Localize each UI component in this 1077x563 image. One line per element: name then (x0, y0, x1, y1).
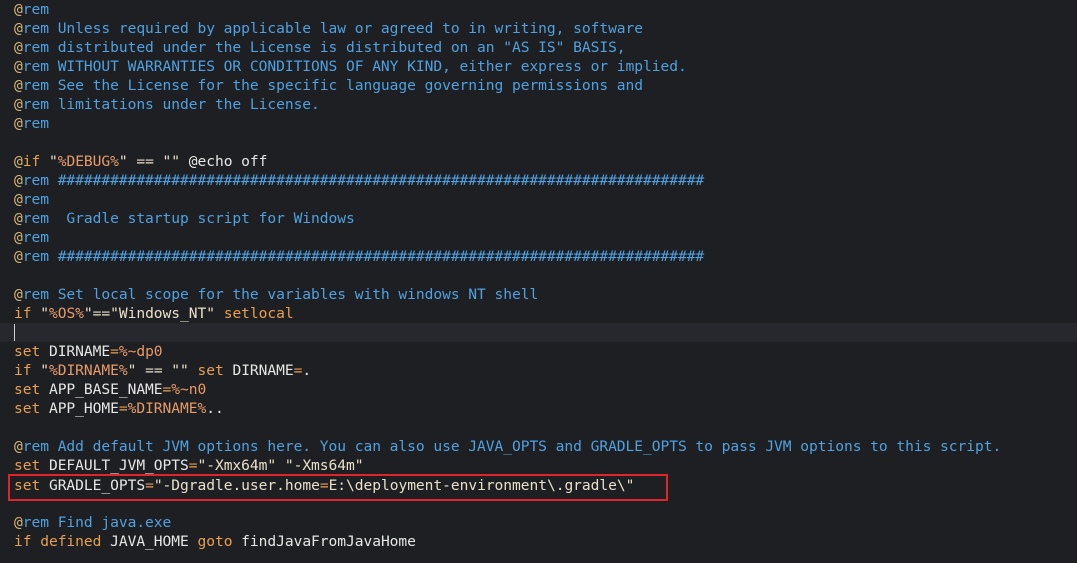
code-token: set (197, 362, 233, 379)
code-token: %OS% (48, 305, 84, 322)
current-line-highlight (0, 323, 1077, 342)
code-line[interactable]: @rem (14, 114, 49, 133)
code-token: "=="Windows_NT" (83, 305, 224, 322)
code-token: set (14, 457, 49, 474)
code-line[interactable]: @rem WITHOUT WARRANTIES OR CONDITIONS OF… (14, 57, 687, 76)
code-token: rem ####################################… (22, 172, 705, 189)
code-token: " == "" (118, 153, 189, 170)
code-token: @ (14, 1, 23, 18)
code-token: rem See the License for the specific lan… (22, 77, 644, 94)
code-token: @ (14, 229, 23, 246)
code-line[interactable]: set APP_BASE_NAME=%~n0 (14, 380, 206, 399)
code-token: setlocal (223, 305, 294, 322)
code-line[interactable]: @if "%DEBUG%" == "" @echo off (14, 152, 267, 171)
code-token: defined (40, 533, 111, 550)
code-token: @ (14, 286, 23, 303)
code-token: if (22, 153, 49, 170)
code-token: . (302, 362, 312, 379)
code-token: .. (206, 400, 224, 417)
code-token: @ (14, 438, 23, 455)
code-line[interactable]: set DEFAULT_JVM_OPTS="-Xmx64m" "-Xms64m" (14, 456, 364, 475)
code-line[interactable]: @rem Unless required by applicable law o… (14, 19, 643, 38)
annotation-highlight-box (8, 474, 668, 501)
code-token: @ (14, 20, 23, 37)
code-line[interactable]: if "%DIRNAME%" == "" set DIRNAME=. (14, 361, 311, 380)
code-token: @ (14, 191, 23, 208)
code-token: @ (14, 58, 23, 75)
code-token: %DIRNAME% (127, 400, 207, 417)
code-token: @ (14, 77, 23, 94)
code-token: rem (22, 229, 49, 246)
code-token: " == "" (127, 362, 198, 379)
code-token: if (14, 305, 41, 322)
code-token: DEFAULT_JVM_OPTS (48, 457, 189, 474)
code-token: rem Gradle startup script for Windows (22, 210, 355, 227)
code-token: " (40, 305, 49, 322)
code-token: DIRNAME (232, 362, 294, 379)
code-line[interactable]: if defined JAVA_HOME goto findJavaFromJa… (14, 532, 416, 551)
code-token: rem Add default JVM options here. You ca… (22, 438, 1002, 455)
code-editor[interactable]: @rem @rem Unless required by applicable l… (0, 0, 1077, 563)
code-line[interactable]: if "%OS%"=="Windows_NT" setlocal (14, 304, 294, 323)
code-token: rem Find java.exe (22, 514, 172, 531)
code-line[interactable]: @rem See the License for the specific la… (14, 76, 643, 95)
code-token: JAVA_HOME (110, 533, 198, 550)
code-line[interactable]: set DIRNAME=%~dp0 (14, 342, 163, 361)
code-token: rem distributed under the License is dis… (22, 39, 626, 56)
code-token: %DEBUG% (57, 153, 119, 170)
text-caret (14, 324, 15, 341)
code-token: rem (22, 191, 49, 208)
code-line[interactable]: @rem limitations under the License. (14, 95, 320, 114)
code-token: "-Xmx64m" "-Xms64m" (197, 457, 364, 474)
code-token: rem Set local scope for the variables wi… (22, 286, 539, 303)
code-token: set (14, 343, 49, 360)
code-line[interactable]: @rem distributed under the License is di… (14, 38, 626, 57)
code-line[interactable]: @rem (14, 0, 49, 19)
code-token: rem (22, 115, 49, 132)
code-line[interactable]: @rem Find java.exe (14, 513, 171, 532)
code-token: @ (14, 96, 23, 113)
code-token: @ (14, 210, 23, 227)
code-line[interactable]: @rem (14, 228, 49, 247)
code-token: goto (197, 533, 242, 550)
code-token: " (40, 362, 49, 379)
code-token: %~n0 (171, 381, 207, 398)
code-token: APP_HOME (48, 400, 119, 417)
code-token: = (110, 343, 119, 360)
code-token: " (48, 153, 58, 170)
code-token: rem Unless required by applicable law or… (22, 20, 644, 37)
code-token: set (14, 381, 49, 398)
code-token: findJavaFromJavaHome (241, 533, 416, 550)
code-line[interactable]: @rem ###################################… (14, 171, 704, 190)
code-token: @ (14, 172, 23, 189)
code-token: set (14, 400, 49, 417)
code-line[interactable]: set APP_HOME=%DIRNAME%.. (14, 399, 224, 418)
code-line[interactable]: @rem Add default JVM options here. You c… (14, 437, 1001, 456)
code-token: @echo off (188, 153, 268, 170)
code-token: rem limitations under the License. (22, 96, 320, 113)
code-token: @ (14, 153, 23, 170)
code-token: @ (14, 514, 23, 531)
code-token: @ (14, 248, 23, 265)
code-token: = (162, 381, 172, 398)
code-token: rem WITHOUT WARRANTIES OR CONDITIONS OF … (22, 58, 687, 75)
code-token: if (14, 533, 41, 550)
code-token: APP_BASE_NAME (48, 381, 163, 398)
code-line[interactable]: @rem ###################################… (14, 247, 704, 266)
code-line[interactable]: @rem (14, 190, 49, 209)
code-token: rem ####################################… (22, 248, 705, 265)
code-token: = (118, 400, 128, 417)
code-token: %~dp0 (118, 343, 163, 360)
code-token: %DIRNAME% (48, 362, 128, 379)
code-line[interactable]: @rem Set local scope for the variables w… (14, 285, 538, 304)
code-token: if (14, 362, 41, 379)
code-token: DIRNAME (48, 343, 111, 360)
code-line[interactable]: @rem Gradle startup script for Windows (14, 209, 355, 228)
code-token: @ (14, 115, 23, 132)
code-token: @ (14, 39, 23, 56)
code-token: rem (22, 1, 49, 18)
